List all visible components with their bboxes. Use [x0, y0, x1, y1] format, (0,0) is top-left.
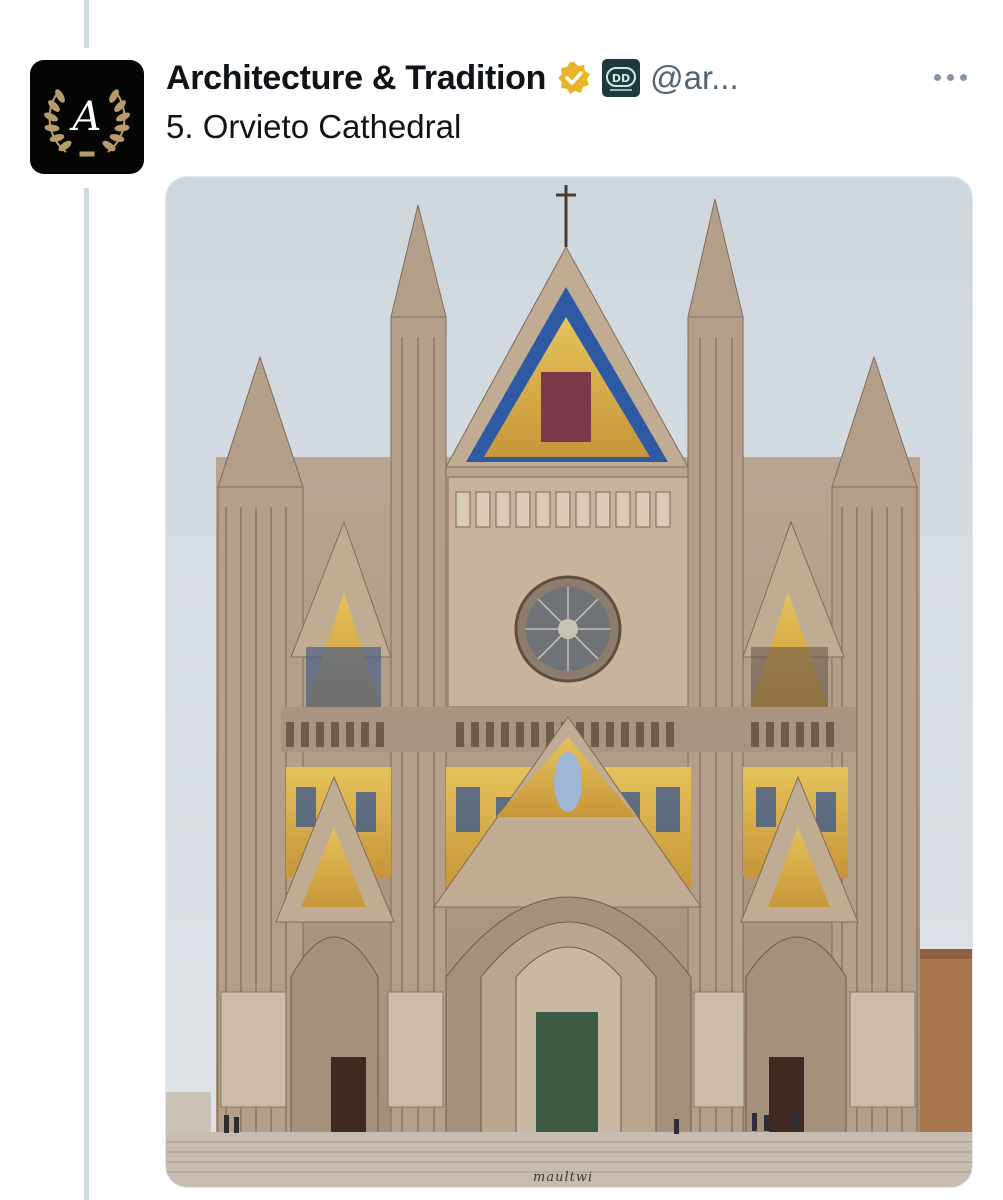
affiliate-badge-icon[interactable]: DD [602, 59, 641, 97]
display-name[interactable]: Architecture & Tradition [166, 59, 546, 98]
photo-watermark: maultwi [533, 1170, 594, 1185]
cathedral-photo [166, 177, 972, 1187]
verified-badge-icon[interactable] [556, 60, 592, 96]
thread-line-top [84, 0, 89, 48]
tweet-media-image[interactable]: maultwi [165, 176, 973, 1188]
more-options-icon[interactable] [934, 60, 967, 94]
affiliate-badge-text: DD [612, 72, 630, 85]
avatar[interactable]: A [30, 60, 144, 174]
thread-line [84, 188, 89, 1200]
tweet-text: 5. Orvieto Cathedral [166, 108, 462, 145]
tweet-header: Architecture & Tradition DD @ar... [166, 56, 739, 100]
user-handle[interactable]: @ar... [650, 59, 739, 97]
laurel-wreath-icon: A [44, 89, 130, 157]
avatar-monogram: A [69, 94, 102, 140]
